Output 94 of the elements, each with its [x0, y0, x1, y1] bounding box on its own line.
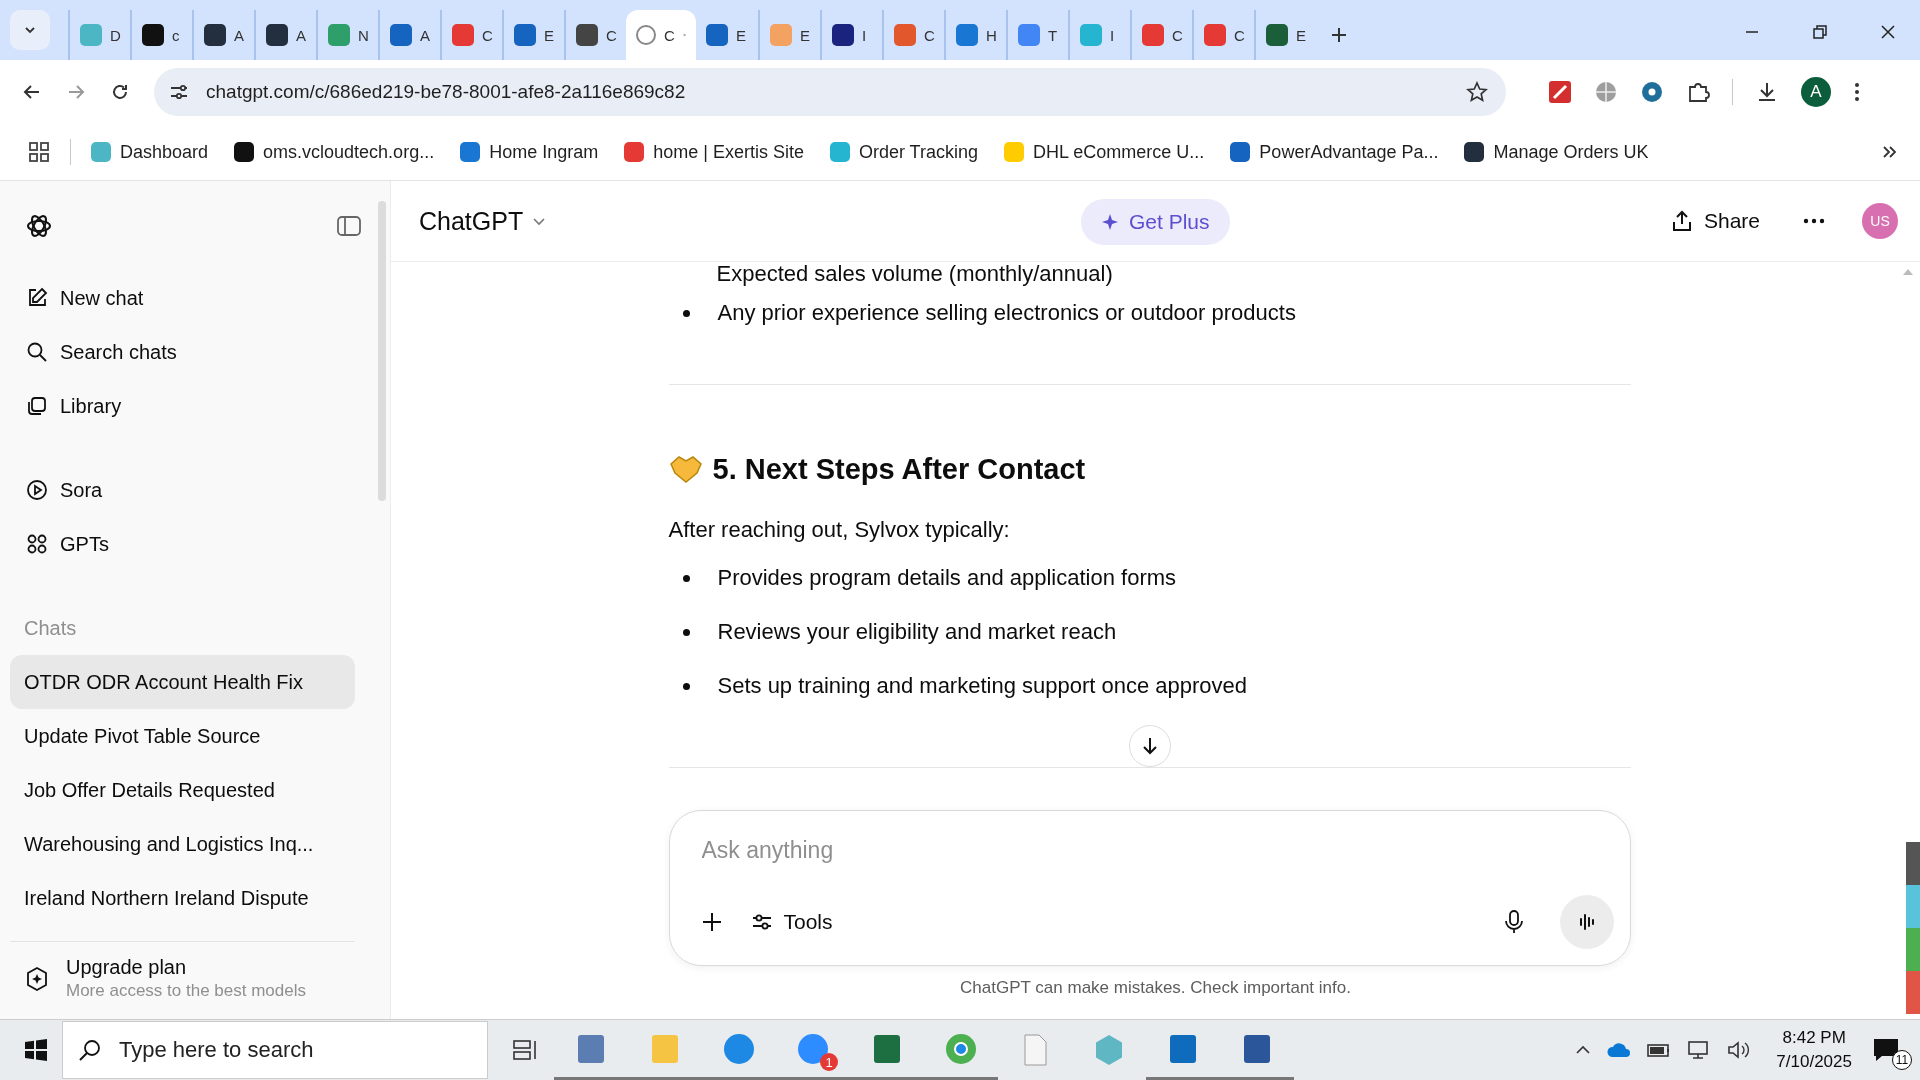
tab-title: C — [664, 26, 675, 44]
bookmark[interactable]: PowerAdvantage Pa... — [1230, 141, 1439, 163]
tab-title: N — [358, 26, 369, 44]
tab-title: E — [544, 26, 554, 44]
bullet-icon — [682, 574, 690, 582]
list-item-text: Expected sales volume (monthly/annual) — [716, 262, 1113, 286]
profile-avatar[interactable]: A — [1801, 77, 1831, 107]
get-plus-button[interactable]: Get Plus — [1081, 199, 1230, 245]
bookmark[interactable]: DHL eCommerce U... — [1004, 141, 1205, 163]
bookmark[interactable]: home | Exertis Site — [624, 141, 804, 163]
bookmark[interactable]: Order Tracking — [829, 141, 978, 163]
bullet-icon — [682, 628, 690, 636]
bookmark[interactable]: oms.vcloudtech.org... — [234, 141, 435, 163]
upgrade-title: Upgrade plan — [66, 956, 188, 979]
bullet-icon — [682, 309, 690, 317]
side-widget[interactable] — [1906, 842, 1920, 1014]
tab-title: C — [482, 26, 493, 44]
tab-title: D — [110, 26, 121, 44]
sidebar-item[interactable]: GPTs — [10, 517, 355, 571]
paragraph: After reaching out, Sylvox typically: — [668, 516, 1010, 544]
new-tab-icon[interactable] — [1330, 26, 1348, 44]
list-item-text: Any prior experience selling electronics or outdoor products — [717, 300, 1296, 326]
section-heading: Chats — [23, 615, 78, 641]
browser-tab[interactable]: E — [696, 10, 758, 60]
sidebar-toggle-icon[interactable] — [336, 213, 362, 239]
list-item-text: Reviews your eligibility and market reach — [717, 619, 1117, 645]
notification-count: 11 — [1892, 1050, 1912, 1070]
edit-icon — [26, 287, 48, 309]
chat-item[interactable]: OTDR ODR Account Health Fix — [10, 655, 355, 709]
section-heading: 5. Next Steps After Contact — [712, 452, 1086, 486]
puzzle-icon[interactable] — [1686, 80, 1710, 104]
notification-badge: 1 — [820, 1053, 838, 1071]
url-text: chatgpt.com/c/686ed219-be78-8001-afe8-2a116e869c82 — [206, 81, 687, 103]
taskbar-app[interactable]: 1 — [776, 1020, 850, 1080]
play-icon — [26, 479, 48, 501]
sparkle-icon — [24, 965, 50, 992]
model-selector[interactable]: ChatGPT — [419, 206, 548, 236]
star-icon[interactable] — [1466, 81, 1488, 103]
tab-title: E — [736, 26, 746, 44]
tools-button[interactable]: Tools — [743, 909, 839, 935]
restore-icon[interactable] — [1812, 24, 1828, 40]
more-icon[interactable] — [1802, 217, 1826, 225]
clock-date: 7/10/2025 — [1776, 1051, 1852, 1073]
tab-title: C — [924, 26, 935, 44]
bookmark[interactable]: Home Ingram — [460, 141, 599, 163]
tab-title: C — [1234, 26, 1245, 44]
disclaimer-text: ChatGPT can make mistakes. Check important info. — [960, 978, 1351, 998]
search-icon — [26, 341, 48, 363]
sidebar-item[interactable]: New chat — [10, 271, 355, 325]
tab-title: A — [296, 26, 306, 44]
sidebar-item[interactable]: Sora — [10, 463, 355, 517]
chat-item[interactable]: Warehousing and Logistics Inq... — [10, 817, 355, 871]
tab-title: I — [862, 26, 867, 44]
scrollbar[interactable] — [378, 201, 386, 501]
tab-title: C — [1172, 26, 1183, 44]
upgrade-subtitle: More access to the best models — [66, 981, 306, 1001]
bookmark[interactable]: Dashboard — [91, 141, 209, 163]
reload-icon[interactable] — [110, 82, 130, 102]
apps-icon[interactable] — [28, 141, 50, 163]
bullet-icon — [682, 682, 690, 690]
sidebar-item[interactable]: Search chats — [10, 325, 355, 379]
tab-title: E — [800, 26, 810, 44]
tab-title: c — [172, 26, 180, 44]
tab-title: H — [986, 26, 997, 44]
tab-title: A — [420, 26, 430, 44]
library-icon — [26, 395, 48, 417]
windows-icon[interactable] — [24, 1038, 48, 1062]
globe-icon[interactable] — [1594, 80, 1618, 104]
message-input[interactable]: Ask anything Tools — [668, 810, 1631, 966]
list-item-text: Provides program details and application forms — [717, 565, 1177, 591]
tab-title: E — [1296, 26, 1306, 44]
browser-tab[interactable]: C — [626, 10, 696, 60]
tab-title: C — [606, 26, 617, 44]
grid-icon — [26, 533, 48, 555]
clock-time: 8:42 PM — [1782, 1027, 1846, 1049]
taskbar-search-field[interactable]: Type here to search — [62, 1021, 488, 1079]
address-field[interactable]: chatgpt.com/c/686ed219-be78-8001-afe8-2a116e869c82 — [154, 68, 1506, 116]
scroll-down-button[interactable] — [1128, 725, 1171, 767]
list-item-text: Sets up training and marketing support once approved — [717, 673, 1248, 699]
share-button[interactable]: Share — [1663, 208, 1766, 234]
sidebar-item[interactable]: Library — [10, 379, 355, 433]
chat-item[interactable]: Ireland Northern Ireland Dispute — [10, 871, 355, 925]
more-icon[interactable] — [1853, 80, 1861, 104]
chat-item[interactable]: Job Offer Details Requested — [10, 763, 355, 817]
search-icon — [78, 1038, 102, 1062]
tab-title: T — [1048, 26, 1058, 44]
tab-title: I — [1110, 26, 1115, 44]
bookmark[interactable]: Manage Orders UK — [1464, 141, 1649, 163]
extension-icon[interactable] — [1548, 80, 1572, 104]
tab-title: A — [234, 26, 244, 44]
cloud-icon[interactable] — [1606, 1041, 1633, 1059]
extension-icon[interactable] — [1640, 80, 1664, 104]
chat-item[interactable]: Update Pivot Table Source — [10, 709, 355, 763]
sparkle-icon — [1101, 213, 1119, 231]
